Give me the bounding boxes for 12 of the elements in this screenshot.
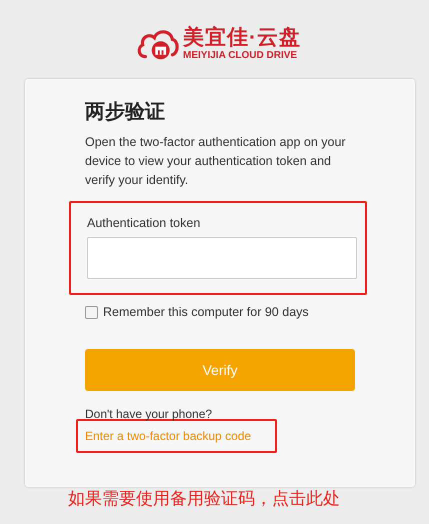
remember-checkbox[interactable] (85, 306, 98, 318)
field-label: Authentication token (87, 215, 202, 231)
prompt-text: Don't have your phone? (85, 407, 214, 421)
token-input-field[interactable] (87, 237, 357, 279)
verify-button[interactable]: Verify (85, 349, 355, 391)
brand-subtitle: MEIYIJIA CLOUD DRIVE (183, 50, 298, 62)
page-title: 两步验证 (85, 100, 166, 125)
brand-name: 美宜佳·云盘 (183, 26, 301, 50)
description-text: Open the two-factor authentication app on your device to view your authentication token and verify your identify. (85, 134, 347, 189)
annotation-text: 如果需要使用备用验证码，点击此处 (68, 488, 340, 510)
remember-label: Remember this computer for 90 days (103, 305, 309, 319)
backup-code-link[interactable]: Enter a two-factor backup code (85, 429, 252, 443)
